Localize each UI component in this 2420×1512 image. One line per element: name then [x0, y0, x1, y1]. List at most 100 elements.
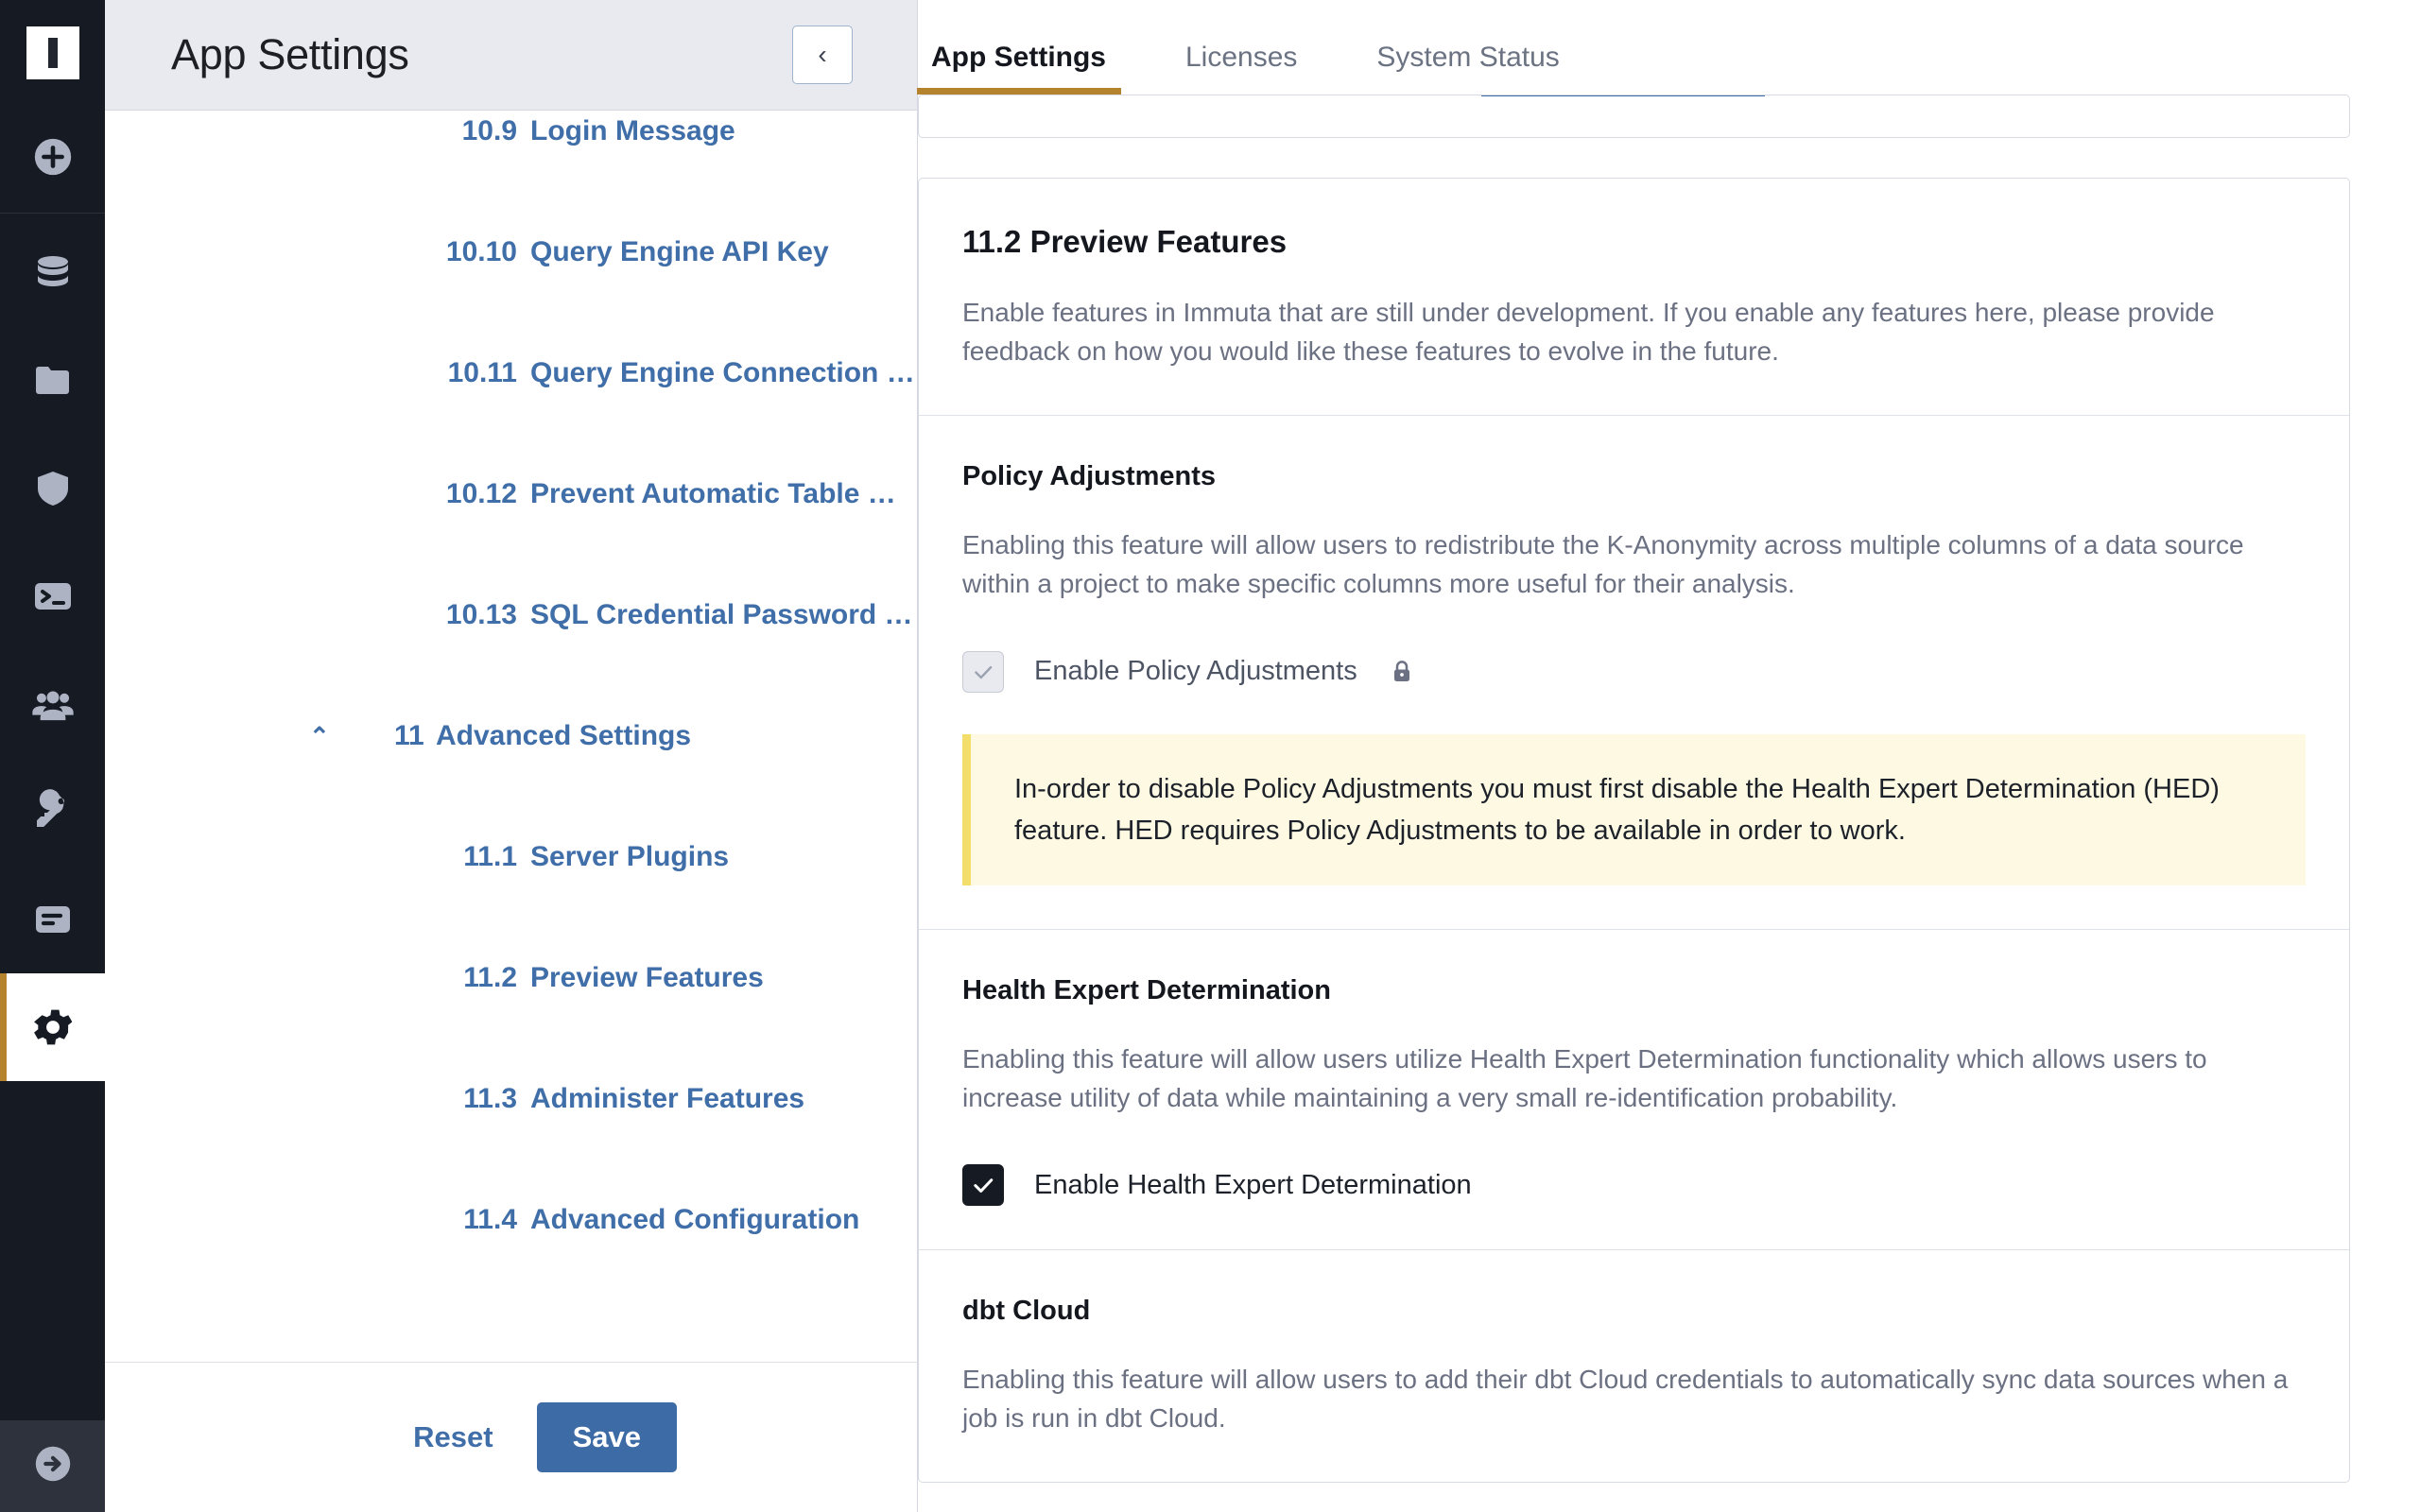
rail-item-logout[interactable]: [0, 1420, 105, 1512]
shield-icon: [30, 466, 76, 511]
feature-description: Enabling this feature will allow users t…: [962, 1365, 2289, 1434]
reset-button[interactable]: Reset: [389, 1403, 517, 1471]
key-icon: [30, 789, 76, 834]
lock-icon: [1388, 658, 1416, 686]
app-root: App Settings ‹ 10.9 Login Message 10.10 Que…: [0, 0, 2420, 1512]
main-tab-list: App Settings Licenses System Status: [891, 42, 1599, 94]
tab-label: System Status: [1376, 42, 1560, 73]
policy-adjustments-checkbox-row: Enable Policy Adjustments: [962, 650, 2306, 693]
nav-item-label: Administer Features: [530, 1083, 805, 1114]
immuta-logo[interactable]: [0, 0, 105, 106]
preview-features-intro: 11.2 Preview Features Enable features in…: [919, 179, 2349, 415]
sidebar-item-query-engine[interactable]: [0, 542, 105, 650]
people-icon: [29, 680, 77, 728]
tab-label: App Settings: [931, 42, 1106, 73]
tab-system-status[interactable]: System Status: [1337, 42, 1599, 94]
settings-nav-panel: App Settings ‹ 10.9 Login Message 10.10 Que…: [105, 0, 918, 1512]
nav-item-number: 11.4: [463, 1204, 517, 1235]
save-button[interactable]: Save: [536, 1402, 677, 1472]
sidebar-item-reports[interactable]: [0, 866, 105, 973]
chevron-left-icon: ‹: [818, 40, 827, 69]
nav-item-number: 11.3: [463, 1083, 517, 1114]
settings-nav-scroller: 10.9 Login Message 10.10 Query Engine API K…: [105, 111, 917, 1280]
tab-label: Licenses: [1185, 42, 1298, 73]
primary-icon-rail: [0, 0, 105, 1512]
nav-item-label: Advanced Configuration: [530, 1204, 860, 1235]
section-intro-text: Enable features in Immuta that are still…: [962, 298, 2215, 366]
feature-description: Enabling this feature will allow users t…: [962, 529, 2244, 598]
nav-item-label: Preview Features: [530, 962, 764, 993]
enable-health-expert-determination-checkbox[interactable]: [962, 1164, 1004, 1207]
create-icon: [31, 135, 75, 183]
sidebar-item-10-11[interactable]: 10.11 Query Engine Connection …: [105, 313, 917, 434]
sidebar-item-people[interactable]: [0, 650, 105, 758]
nav-item-label: Server Plugins: [530, 841, 730, 872]
nav-item-number: 10.12: [445, 478, 517, 509]
sidebar-item-app-settings[interactable]: [0, 973, 105, 1081]
tab-app-settings[interactable]: App Settings: [891, 42, 1146, 94]
sidebar-item-11-4[interactable]: 11.4 Advanced Configuration: [105, 1160, 917, 1280]
collapse-panel-button[interactable]: ‹: [792, 26, 853, 84]
sidebar-item-11-1[interactable]: 11.1 Server Plugins: [105, 797, 917, 918]
enable-policy-adjustments-checkbox[interactable]: [962, 650, 1004, 693]
settings-nav-header: App Settings ‹: [105, 0, 917, 111]
logo-bar: [47, 38, 58, 68]
nav-item-label: Login Message: [530, 115, 735, 146]
check-icon: [975, 665, 993, 679]
sidebar-item-10-12[interactable]: 10.12 Prevent Automatic Table …: [105, 434, 917, 555]
settings-content: 11.2 Preview Features Enable features in…: [918, 94, 2420, 1484]
nav-item-number: 11.1: [463, 841, 517, 872]
nav-item-number: 10.11: [447, 357, 517, 388]
feature-description: Enabling this feature will allow users u…: [962, 1043, 2207, 1112]
nav-item-number: 10.9: [461, 115, 517, 146]
sidebar-item-11-3[interactable]: 11.3 Administer Features: [105, 1039, 917, 1160]
terminal-icon: [30, 574, 76, 619]
feature-title: Health Expert Determination: [962, 974, 1331, 1005]
database-icon: [30, 250, 76, 296]
logo-mark: [26, 26, 79, 79]
nav-item-number: 10.10: [445, 236, 517, 267]
settings-content-scroll[interactable]: 11.2 Preview Features Enable features in…: [918, 94, 2420, 1512]
main-tab-bar: App Settings Licenses System Status: [916, 0, 2420, 94]
nav-item-label: SQL Credential Password …: [530, 599, 913, 630]
sidebar-item-projects[interactable]: [0, 327, 105, 435]
feature-policy-adjustments: Policy Adjustments Enabling this feature…: [919, 414, 2349, 929]
sidebar-item-11[interactable]: ⌃ 11 Advanced Settings: [105, 676, 917, 797]
settings-nav-footer: Reset Save: [105, 1363, 917, 1512]
policy-adjustments-warning: In-order to disable Policy Adjustments y…: [962, 733, 2306, 885]
rail-item-create[interactable]: [0, 106, 105, 214]
previous-card-underline: [1481, 95, 1765, 96]
feature-title: dbt Cloud: [962, 1296, 1091, 1327]
nav-item-number: 11.2: [463, 962, 517, 993]
nav-item-label: Advanced Settings: [436, 720, 692, 751]
page-title: App Settings: [171, 30, 409, 78]
sidebar-item-10-10[interactable]: 10.10 Query Engine API Key: [105, 192, 917, 313]
nav-item-number: 11: [394, 720, 424, 751]
feature-dbt-cloud: dbt Cloud Enabling this feature will all…: [919, 1249, 2349, 1482]
nav-item-label: Query Engine Connection …: [530, 357, 915, 388]
section-heading: 11.2 Preview Features: [962, 224, 1288, 259]
enable-health-expert-determination-label: Enable Health Expert Determination: [1034, 1169, 1472, 1200]
preview-features-card: 11.2 Preview Features Enable features in…: [918, 178, 2350, 1484]
settings-nav-list[interactable]: 10.9 Login Message 10.10 Query Engine API K…: [105, 111, 917, 1363]
folder-icon: [30, 358, 76, 404]
nav-item-label: Prevent Automatic Table …: [530, 478, 896, 509]
feature-health-expert-determination: Health Expert Determination Enabling thi…: [919, 928, 2349, 1250]
hed-checkbox-row: Enable Health Expert Determination: [962, 1164, 2306, 1207]
tab-licenses[interactable]: Licenses: [1146, 42, 1337, 94]
report-icon: [30, 897, 76, 942]
enable-policy-adjustments-label: Enable Policy Adjustments: [1034, 656, 1357, 686]
nav-item-label: Query Engine API Key: [530, 236, 829, 267]
sidebar-item-identity[interactable]: [0, 758, 105, 866]
gear-icon: [28, 1003, 78, 1052]
sidebar-item-11-2[interactable]: 11.2 Preview Features: [105, 918, 917, 1039]
sidebar-item-data-sources[interactable]: [0, 219, 105, 327]
sidebar-item-10-9[interactable]: 10.9 Login Message: [105, 111, 917, 192]
chevron-up-icon[interactable]: ⌃: [309, 724, 330, 748]
sidebar-item-10-13[interactable]: 10.13 SQL Credential Password …: [105, 555, 917, 676]
main-region: App Settings Licenses System Status 11.2 P…: [916, 0, 2420, 1512]
sidebar-item-policies[interactable]: [0, 435, 105, 542]
feature-title: Policy Adjustments: [962, 460, 1217, 491]
warning-text: In-order to disable Policy Adjustments y…: [1014, 773, 2220, 846]
logout-icon: [31, 1442, 75, 1490]
